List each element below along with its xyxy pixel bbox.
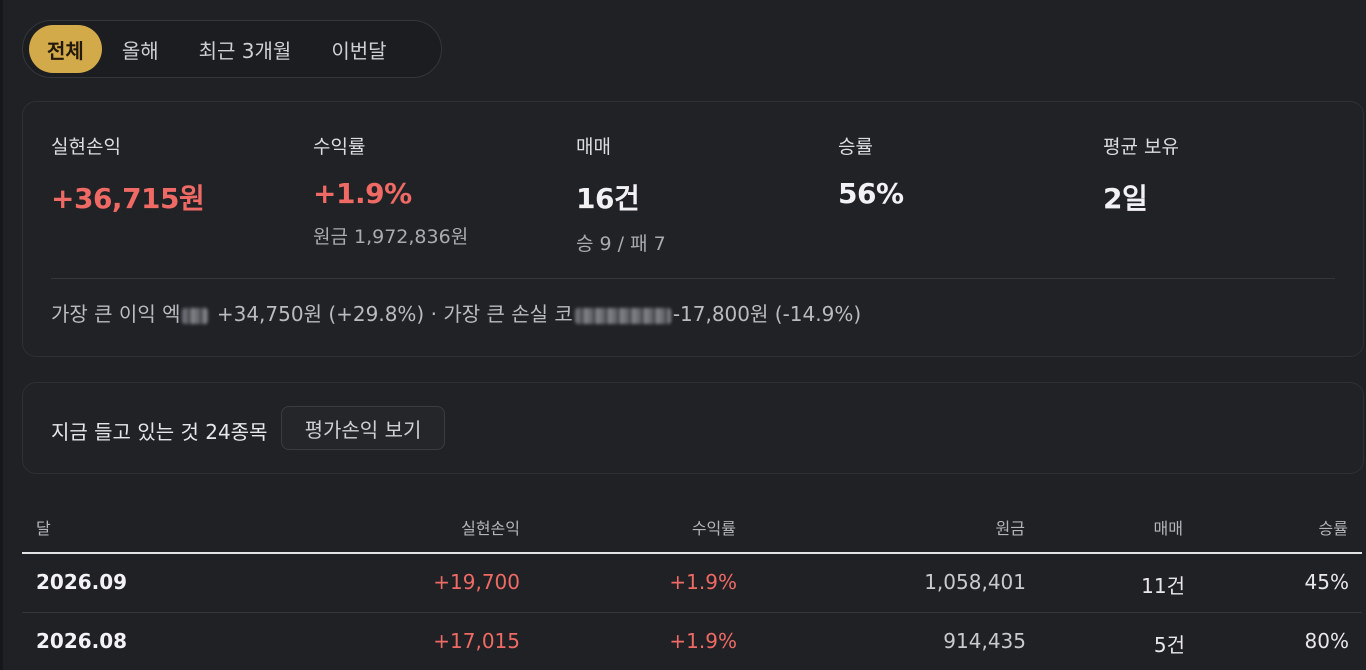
table-header: 달 실현손익 수익률 원금 매매 승률 <box>22 500 1362 554</box>
cell-month: 2026.09 <box>36 570 128 594</box>
stat-trades-winloss: 승 9 / 패 7 <box>576 233 666 255</box>
header-trades: 매매 <box>1153 519 1183 538</box>
cell-trades: 11건 <box>1141 574 1185 598</box>
redacted-name <box>574 307 671 324</box>
header-realized: 실현손익 <box>461 519 520 538</box>
cell-winrate: 80% <box>1304 629 1349 653</box>
best-trade-detail: +34,750원 (+29.8%) <box>216 302 425 326</box>
best-worst-trades: 가장 큰 이익 엑 +34,750원 (+29.8%) · 가장 큰 손실 코 -… <box>51 298 861 327</box>
stat-realized: 실현손익 +36,715원 <box>51 132 205 217</box>
cell-realized: +19,700 <box>433 570 520 594</box>
cell-return: +1.9% <box>669 629 737 653</box>
summary-card: 실현손익 +36,715원 수익률 +1.9% 원금 1,972,836원 매매… <box>22 101 1364 357</box>
stat-avg-hold-label: 평균 보유 <box>1103 136 1179 158</box>
stat-return-label: 수익률 <box>313 136 366 158</box>
cell-principal: 914,435 <box>943 629 1026 653</box>
tab-last-3-months[interactable]: 최근 3개월 <box>179 25 312 73</box>
cell-trades: 5건 <box>1153 633 1185 657</box>
stat-winrate: 승률 56% <box>838 132 904 210</box>
stat-realized-value: +36,715원 <box>51 182 205 215</box>
period-tabs: 전체 올해 최근 3개월 이번달 <box>22 20 442 78</box>
summary-divider <box>51 278 1335 279</box>
stat-avg-hold: 평균 보유 2일 <box>1103 132 1179 217</box>
stat-avg-hold-value: 2일 <box>1103 182 1148 215</box>
stat-trades-label: 매매 <box>576 136 611 158</box>
holdings-card: 지금 들고 있는 것 24종목 평가손익 보기 <box>22 382 1364 474</box>
stat-return: 수익률 +1.9% 원금 1,972,836원 <box>313 132 468 249</box>
table-row[interactable]: 2026.08 +17,015 +1.9% 914,435 5건 80% <box>22 613 1362 670</box>
worst-trade-detail: -17,800원 (-14.9%) <box>672 302 862 326</box>
stat-return-principal: 원금 1,972,836원 <box>313 226 469 248</box>
stat-winrate-label: 승률 <box>838 136 873 158</box>
stat-realized-label: 실현손익 <box>51 136 121 158</box>
header-month: 달 <box>36 519 51 538</box>
cell-return: +1.9% <box>669 570 737 594</box>
table-row[interactable]: 2026.09 +19,700 +1.9% 1,058,401 11건 45% <box>22 554 1362 613</box>
header-winrate: 승률 <box>1318 519 1348 538</box>
separator-dot: · <box>430 302 437 326</box>
redacted-name <box>182 307 209 324</box>
tab-this-year[interactable]: 올해 <box>102 25 179 73</box>
worst-trade-label: 가장 큰 손실 코 <box>443 302 573 326</box>
stat-trades: 매매 16건 승 9 / 패 7 <box>576 132 666 256</box>
cell-month: 2026.08 <box>36 629 128 653</box>
stat-trades-value: 16건 <box>576 182 640 215</box>
holdings-count: 지금 들고 있는 것 24종목 <box>51 420 268 444</box>
left-divider <box>0 0 3 670</box>
view-unrealized-button[interactable]: 평가손익 보기 <box>281 406 445 450</box>
realized-pnl-page: 전체 올해 최근 3개월 이번달 실현손익 +36,715원 수익률 +1.9%… <box>0 0 1366 670</box>
monthly-table: 달 실현손익 수익률 원금 매매 승률 2026.09 +19,700 +1.9… <box>22 500 1362 670</box>
stat-winrate-value: 56% <box>838 177 904 210</box>
tab-this-month[interactable]: 이번달 <box>311 25 406 73</box>
stat-return-value: +1.9% <box>313 177 412 210</box>
tab-all[interactable]: 전체 <box>29 25 102 73</box>
cell-principal: 1,058,401 <box>924 570 1026 594</box>
cell-realized: +17,015 <box>433 629 520 653</box>
header-principal: 원금 <box>995 519 1025 538</box>
best-trade-label: 가장 큰 이익 엑 <box>51 302 181 326</box>
header-return: 수익률 <box>691 519 736 538</box>
cell-winrate: 45% <box>1304 570 1349 594</box>
